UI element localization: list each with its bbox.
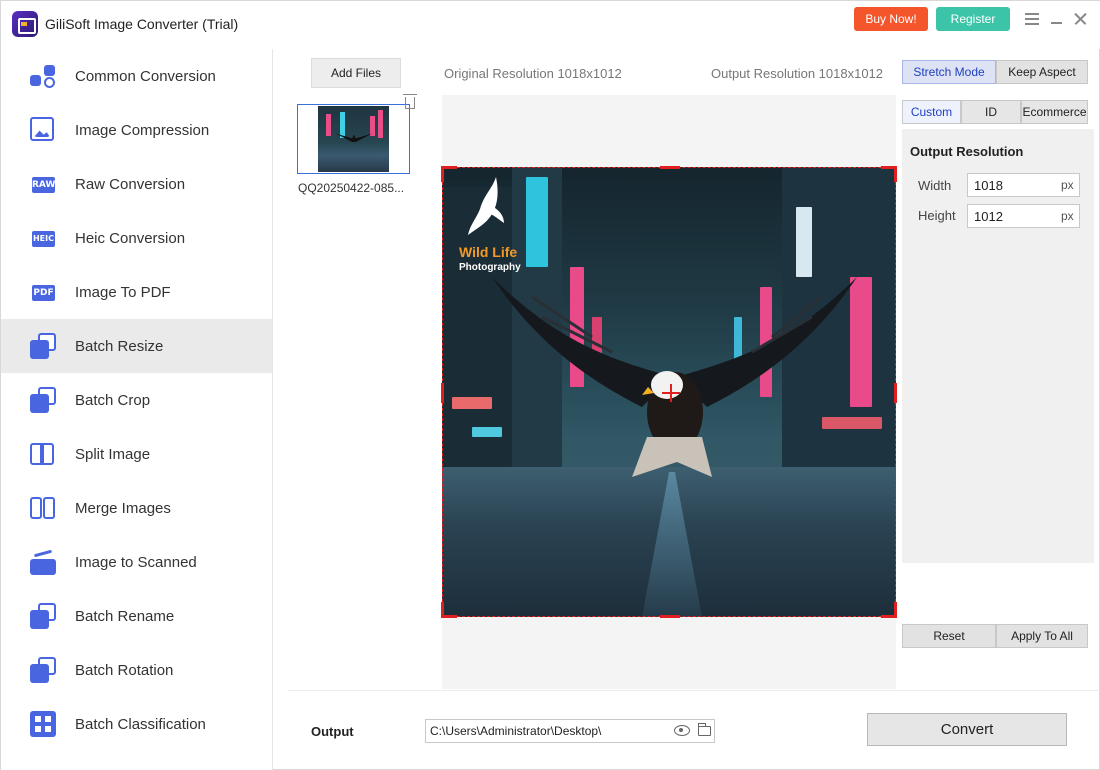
file-thumbnail[interactable] [297,104,410,174]
add-files-button[interactable]: Add Files [311,58,401,88]
resize-icon [30,333,57,360]
thumbnail-image [318,106,389,172]
heic-icon: HEIC [30,225,57,252]
sidebar-item-batch-resize[interactable]: Batch Resize [1,319,272,373]
sidebar-item-label: Batch Resize [75,338,164,355]
sidebar-item-split-image[interactable]: Split Image [1,427,272,481]
bird-logo-icon [468,177,504,235]
preview-image[interactable]: Wild Life Photography [442,167,896,617]
rotate-icon [30,657,57,684]
merge-icon [30,495,57,522]
stretch-mode-button[interactable]: Stretch Mode [902,60,996,84]
keep-aspect-button[interactable]: Keep Aspect [996,60,1088,84]
scanner-icon [30,549,57,576]
classify-icon [30,711,57,738]
width-label: Width [918,178,952,193]
sidebar-item-common-conversion[interactable]: Common Conversion [1,49,272,103]
sidebar-item-image-compression[interactable]: Image Compression [1,103,272,157]
logo-subtitle: Photography [459,262,521,273]
reset-button[interactable]: Reset [902,624,996,648]
minimize-icon[interactable] [1047,9,1067,29]
original-resolution-label: Original Resolution 1018x1012 [444,66,622,81]
sidebar-item-label: Image to Scanned [75,554,197,571]
sidebar-item-label: Split Image [75,446,151,463]
logo-title: Wild Life [459,244,518,260]
output-resolution-label: Output Resolution 1018x1012 [711,66,884,81]
sidebar-item-label: Batch Crop [75,392,151,409]
sidebar-item-batch-crop[interactable]: Batch Crop [1,373,272,427]
tab-custom[interactable]: Custom [902,100,961,124]
title-bar: GiliSoft Image Converter (Trial) Buy Now… [1,1,1100,49]
sidebar-item-label: Batch Classification [75,716,206,733]
tab-ecommerce[interactable]: Ecommerce [1021,100,1088,124]
sidebar-item-batch-rename[interactable]: Batch Rename [1,589,272,643]
compress-icon [30,117,57,144]
apply-to-all-button[interactable]: Apply To All [996,624,1088,648]
sidebar-item-batch-rotation[interactable]: Batch Rotation [1,643,272,697]
width-unit: px [1061,178,1074,192]
output-resolution-title: Output Resolution [910,144,1024,159]
sidebar: Common Conversion Image Compression RAW … [1,49,273,770]
file-name: QQ20250422-085... [298,181,405,195]
sidebar-item-label: Batch Rename [75,608,175,625]
sidebar-item-label: Raw Conversion [75,176,186,193]
output-path-input[interactable] [425,719,715,743]
convert-icon [30,63,57,90]
wildlife-logo: Wild Life Photography [456,175,521,275]
sidebar-item-label: Image Compression [75,122,210,139]
app-logo-icon [12,11,38,37]
menu-icon[interactable] [1022,9,1042,29]
tab-id[interactable]: ID [961,100,1021,124]
sidebar-item-label: Heic Conversion [75,230,186,247]
sidebar-item-label: Image To PDF [75,284,171,301]
sidebar-item-image-to-pdf[interactable]: PDF Image To PDF [1,265,272,319]
close-icon[interactable] [1071,9,1091,29]
sidebar-item-image-to-scanned[interactable]: Image to Scanned [1,535,272,589]
buy-now-button[interactable]: Buy Now! [854,7,928,31]
sidebar-item-label: Batch Rotation [75,662,174,679]
sidebar-item-raw-conversion[interactable]: RAW Raw Conversion [1,157,272,211]
rename-icon [30,603,57,630]
height-unit: px [1061,209,1074,223]
split-icon [30,441,57,468]
sidebar-item-heic-conversion[interactable]: HEIC Heic Conversion [1,211,272,265]
pdf-icon: PDF [30,279,57,306]
sidebar-item-label: Merge Images [75,500,171,517]
raw-icon: RAW [30,171,57,198]
convert-button[interactable]: Convert [867,713,1067,746]
sidebar-item-batch-classification[interactable]: Batch Classification [1,697,272,751]
app-window: GiliSoft Image Converter (Trial) Buy Now… [0,0,1100,770]
divider [288,690,1100,691]
delete-icon[interactable] [403,94,417,109]
output-label: Output [311,724,354,739]
height-label: Height [918,208,956,223]
folder-icon[interactable] [698,723,711,736]
eagle-graphic [492,277,857,477]
crop-icon [30,387,57,414]
sidebar-item-merge-images[interactable]: Merge Images [1,481,272,535]
app-title: GiliSoft Image Converter (Trial) [45,16,239,32]
sidebar-item-label: Common Conversion [75,68,216,85]
register-button[interactable]: Register [936,7,1010,31]
eye-icon[interactable] [674,725,690,736]
